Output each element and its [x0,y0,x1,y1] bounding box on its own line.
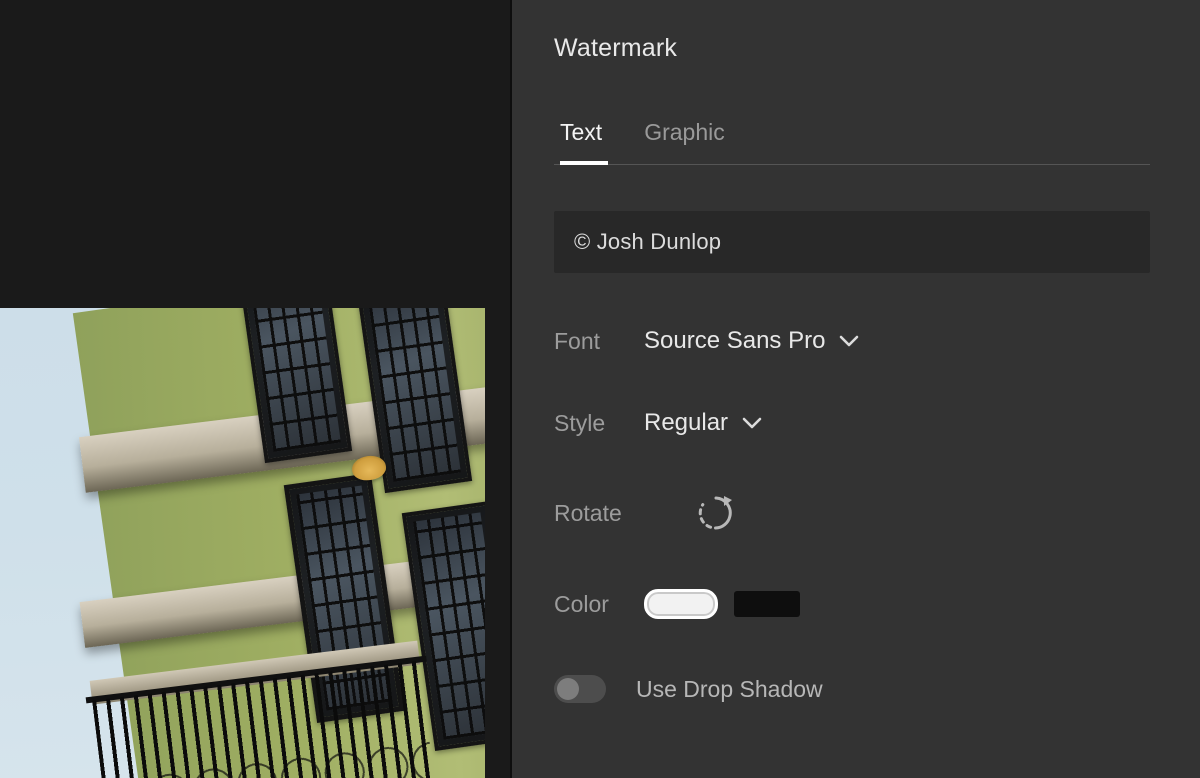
color-swatch-white[interactable] [644,589,718,619]
style-dropdown[interactable]: Regular [644,409,762,437]
color-row: Color [554,589,1150,619]
rotate-button[interactable] [694,491,738,535]
toggle-knob [557,678,579,700]
app-root: Watermark Text Graphic © Josh Dunlop Fon… [0,0,1200,778]
style-label: Style [554,410,644,437]
drop-shadow-row: Use Drop Shadow [554,675,1150,703]
style-row: Style Regular [554,409,1150,437]
canvas-column [0,0,510,778]
watermark-panel: Watermark Text Graphic © Josh Dunlop Fon… [512,0,1200,778]
color-swatch-black[interactable] [734,591,800,617]
watermark-text-input[interactable]: © Josh Dunlop [554,211,1150,273]
tab-graphic[interactable]: Graphic [644,119,725,164]
font-row: Font Source Sans Pro [554,327,1150,355]
photo-preview[interactable] [0,308,485,778]
canvas-empty-area [0,0,510,308]
color-swatches [644,589,800,619]
font-label: Font [554,328,644,355]
rotate-label: Rotate [554,500,644,527]
panel-title: Watermark [554,34,1150,63]
tab-text[interactable]: Text [560,119,602,164]
watermark-tabs: Text Graphic [554,119,1150,165]
rotate-row: Rotate [554,491,1150,535]
chevron-down-icon [742,416,762,430]
drop-shadow-label: Use Drop Shadow [636,676,823,703]
color-label: Color [554,591,644,618]
chevron-down-icon [839,334,859,348]
font-value: Source Sans Pro [644,327,825,355]
style-value: Regular [644,409,728,437]
drop-shadow-toggle[interactable] [554,675,606,703]
font-dropdown[interactable]: Source Sans Pro [644,327,859,355]
